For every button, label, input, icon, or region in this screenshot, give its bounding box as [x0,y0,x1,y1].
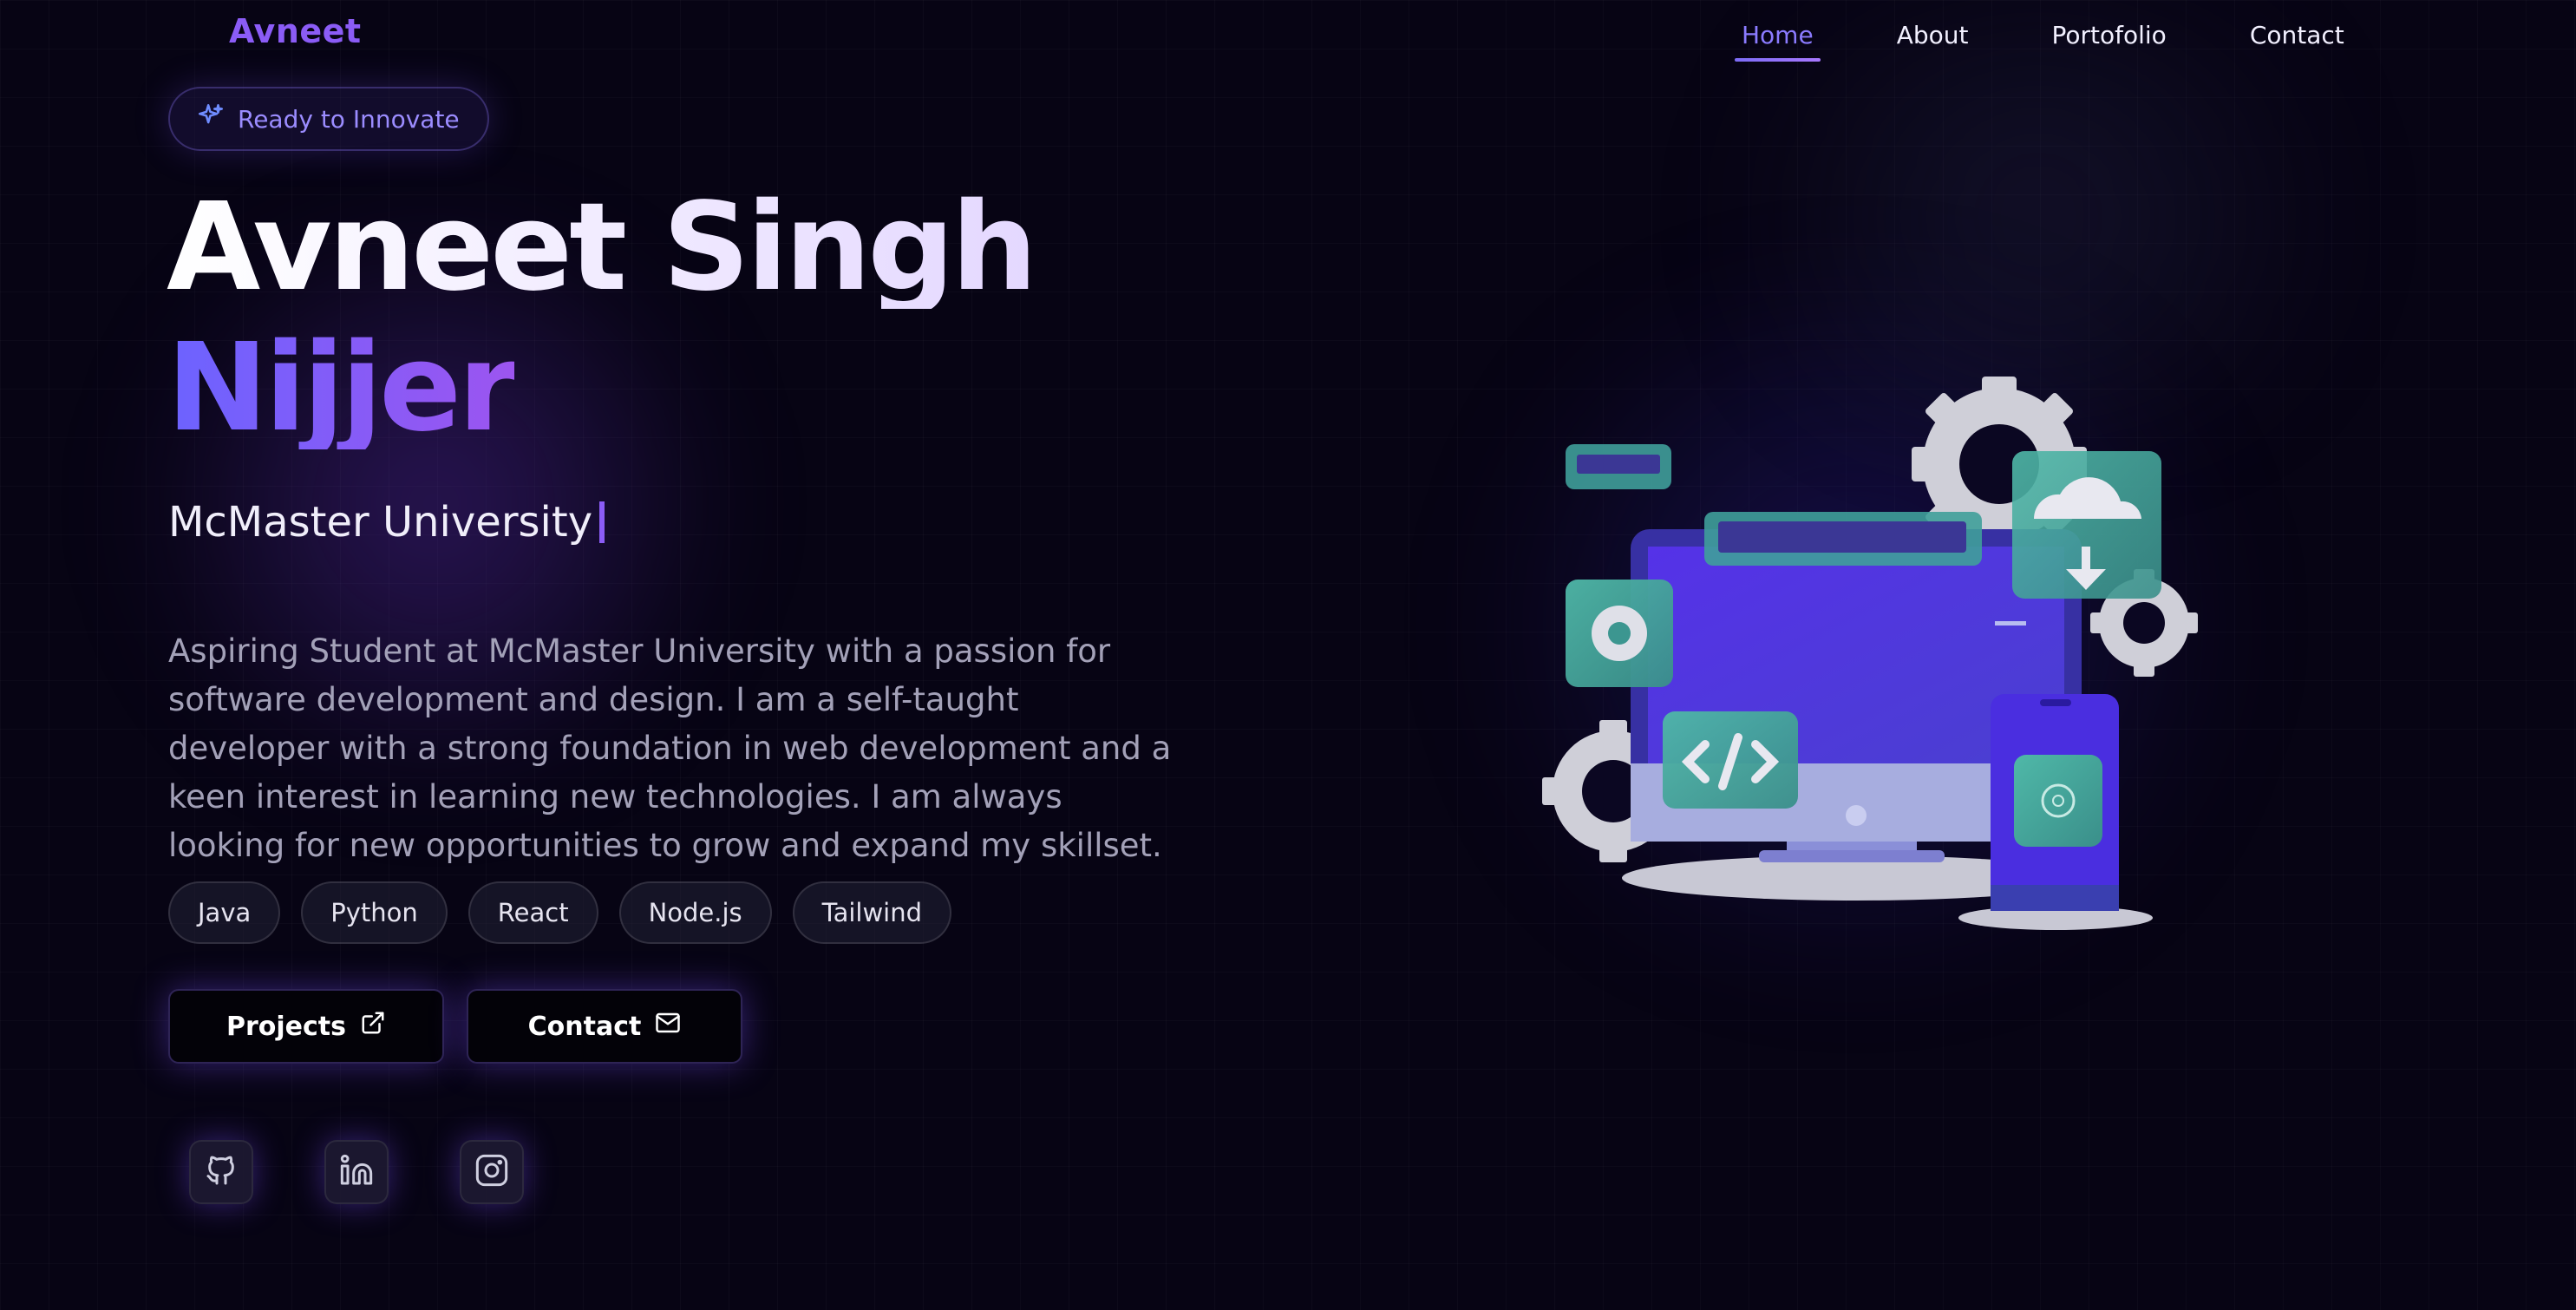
hero-illustration [1542,377,2198,930]
settings-tile [1566,580,1673,687]
site-logo[interactable]: Avneet [229,12,362,50]
skill-tag: Tailwind [792,881,952,944]
nav-portfolio[interactable]: Portofolio [2044,19,2173,62]
main-nav: Home About Portofolio Contact [1735,19,2351,62]
hero-description: Aspiring Student at McMaster University … [168,632,1172,864]
external-link-icon [360,1010,386,1043]
code-icon [1663,711,1798,809]
instagram-link[interactable] [460,1140,524,1204]
subtitle-text: McMaster University [168,498,593,547]
contact-button-label: Contact [527,1011,642,1042]
mail-icon [655,1010,681,1043]
typing-cursor [599,501,605,543]
sparkles-icon [196,102,226,137]
github-icon [204,1153,239,1191]
nav-home[interactable]: Home [1735,19,1821,62]
contact-button[interactable]: Contact [467,989,742,1064]
hero-subtitle: McMaster University [168,498,605,547]
cloud-download-icon [2012,451,2161,599]
skill-tags: Java Python React Node.js Tailwind [168,881,952,944]
skill-tag: React [467,881,598,944]
projects-button[interactable]: Projects [168,989,444,1064]
linkedin-icon [339,1153,374,1191]
hero-name-line2: Nijjer [167,318,518,459]
skill-tag: Java [168,881,281,944]
github-link[interactable] [189,1140,253,1204]
badge-label: Ready to Innovate [238,104,460,134]
linkedin-link[interactable] [324,1140,389,1204]
projects-button-label: Projects [226,1011,346,1042]
status-badge: Ready to Innovate [168,87,489,151]
nav-contact[interactable]: Contact [2243,19,2351,62]
skill-tag: Python [301,881,448,944]
instagram-icon [474,1153,509,1191]
hero-name-line1: Avneet Singh [167,177,1037,318]
skill-tag: Node.js [618,881,772,944]
nav-about[interactable]: About [1890,19,1976,62]
